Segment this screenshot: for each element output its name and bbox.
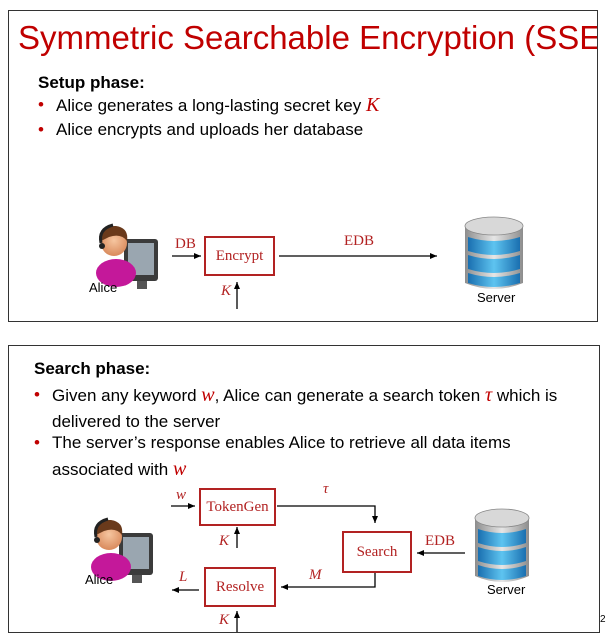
server-icon: [464, 216, 524, 289]
w-label: w: [176, 487, 187, 503]
m-label: M: [309, 567, 322, 583]
key-label-tokengen: K: [219, 533, 230, 549]
key-label-resolve: K: [219, 612, 230, 628]
server-caption: Server: [487, 582, 526, 597]
search-box: Search: [342, 531, 412, 573]
encrypt-box: Encrypt: [204, 236, 275, 276]
key-label: K: [221, 283, 232, 299]
server-icon: [474, 508, 530, 582]
alice-caption: Alice: [85, 572, 114, 587]
tau-label: τ: [323, 481, 329, 497]
l-label: L: [179, 569, 188, 585]
edb-label: EDB: [344, 233, 374, 249]
alice-caption: Alice: [89, 280, 118, 295]
edb-label: EDB: [425, 533, 455, 549]
setup-panel: Symmetric Searchable Encryption (SSE) Se…: [8, 10, 598, 322]
server-caption: Server: [477, 290, 516, 305]
tokengen-box: TokenGen: [199, 488, 276, 526]
setup-diagram: [96, 216, 524, 309]
page-number: 2: [600, 614, 606, 625]
search-panel: Search phase: • Given any keyword w, Ali…: [8, 345, 600, 633]
m-arrow: [281, 573, 376, 590]
db-label: DB: [175, 236, 196, 252]
tau-arrow: [277, 505, 378, 523]
resolve-box: Resolve: [204, 567, 276, 607]
